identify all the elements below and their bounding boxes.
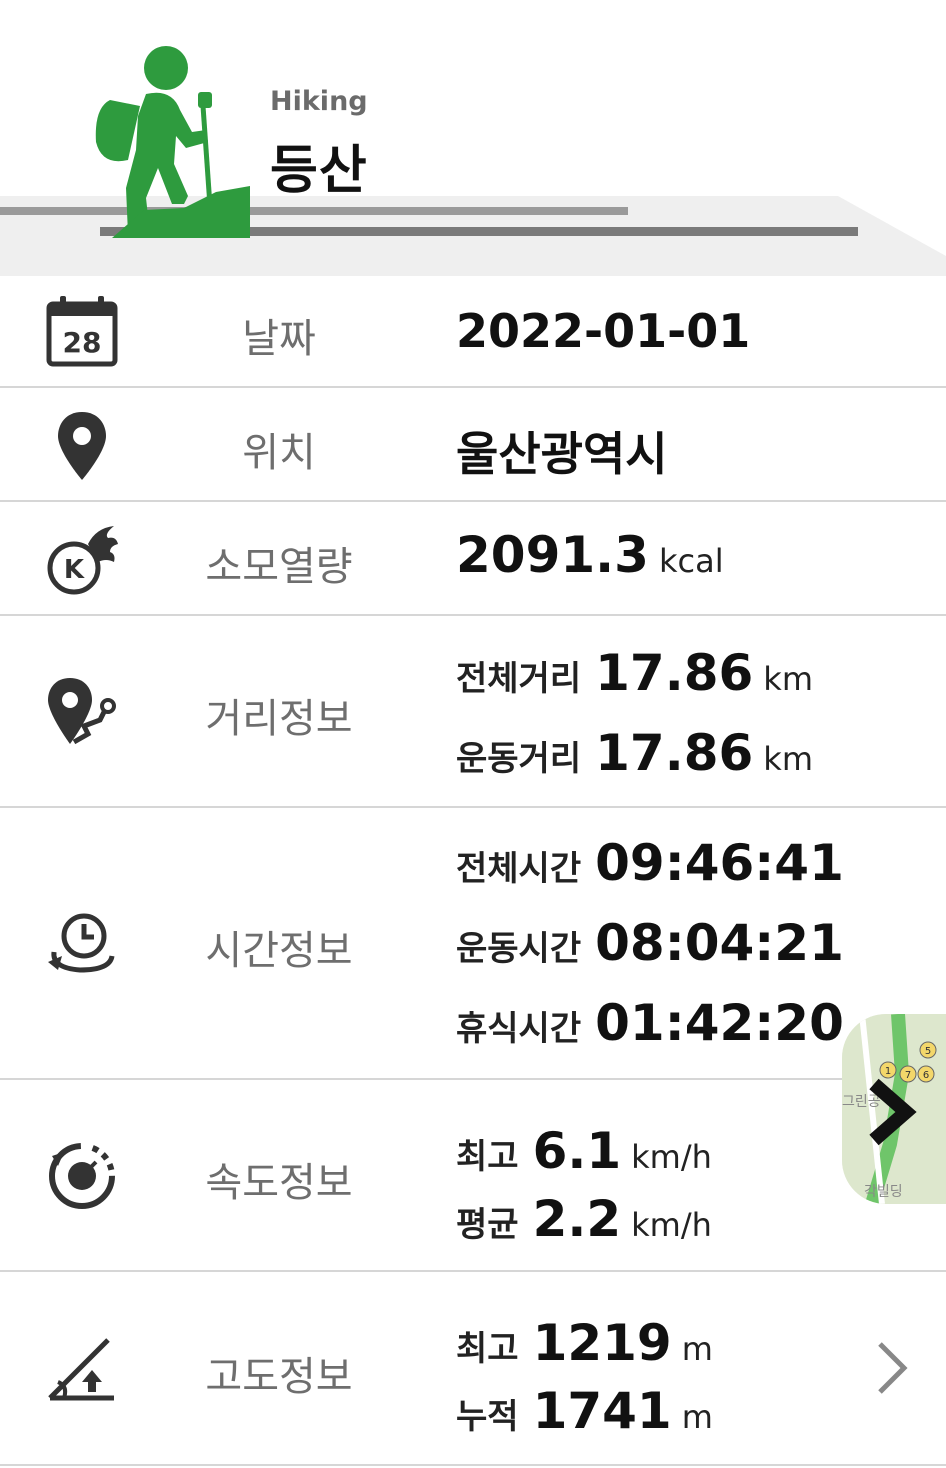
map-thumbnail-button[interactable]: 1 7 6 5 그린공 각빌딩 [842, 1014, 946, 1204]
calories-row: K 소모열량 2091.3 kcal [0, 502, 946, 616]
location-label: 위치 [242, 430, 316, 476]
total-distance-unit: km [763, 660, 813, 698]
total-distance-key: 전체거리 [456, 659, 582, 699]
total-distance-value: 17.86 [595, 644, 754, 702]
exercise-time-key: 운동시간 [456, 929, 582, 969]
date-value: 2022-01-01 [456, 304, 751, 358]
altitude-label: 고도정보 [205, 1354, 353, 1400]
map-preview-image: 1 7 6 5 그린공 각빌딩 [842, 1014, 946, 1204]
distance-row: 거리정보 전체거리 17.86 km 운동거리 17.86 km [0, 616, 946, 808]
exercise-distance-unit: km [763, 740, 813, 778]
svg-text:6: 6 [923, 1070, 929, 1081]
date-row: 28 날짜 2022-01-01 [0, 276, 946, 388]
location-pin-icon [58, 412, 106, 480]
calories-unit: kcal [658, 542, 724, 580]
exercise-time-value: 08:04:21 [595, 914, 844, 972]
max-altitude-line: 최고 1219 m [456, 1314, 713, 1372]
calendar-icon: 28 [46, 296, 118, 367]
rest-time-value: 01:42:20 [595, 994, 844, 1052]
max-altitude-unit: m [681, 1330, 713, 1368]
calories-line: 2091.3 kcal [456, 526, 724, 584]
activity-title: 등산 [270, 141, 368, 201]
avg-speed-line: 평균 2.2 km/h [456, 1190, 712, 1248]
calorie-fire-icon: K [47, 526, 118, 595]
speed-row: 속도정보 최고 6.1 km/h 평균 2.2 km/h [0, 1080, 946, 1272]
location-value: 울산광역시 [456, 427, 668, 481]
total-distance-line: 전체거리 17.86 km [456, 644, 813, 702]
svg-text:28: 28 [63, 326, 102, 359]
exercise-distance-value: 17.86 [595, 724, 754, 782]
total-time-key: 전체시간 [456, 849, 582, 889]
calories-label: 소모열량 [205, 544, 353, 590]
avg-speed-key: 평균 [456, 1205, 519, 1245]
max-speed-value: 6.1 [532, 1122, 622, 1180]
svg-text:5: 5 [925, 1046, 931, 1057]
cumulative-altitude-line: 누적 1741 m [456, 1382, 713, 1440]
altitude-slope-icon [48, 1338, 114, 1401]
exercise-time-line: 운동시간 08:04:21 [456, 914, 844, 972]
clock-cycle-icon [48, 913, 115, 973]
svg-text:7: 7 [905, 1070, 911, 1081]
rest-time-line: 휴식시간 01:42:20 [456, 994, 844, 1052]
speed-label: 속도정보 [205, 1160, 353, 1206]
distance-route-icon [48, 678, 116, 745]
activity-subtitle: Hiking [270, 86, 368, 117]
time-label: 시간정보 [205, 928, 353, 974]
total-time-line: 전체시간 09:46:41 [456, 834, 844, 892]
max-altitude-value: 1219 [532, 1314, 672, 1372]
calories-value: 2091.3 [456, 526, 649, 584]
rest-time-key: 휴식시간 [456, 1009, 582, 1049]
svg-text:그린공: 그린공 [842, 1094, 881, 1110]
activity-header: Hiking 등산 [0, 0, 946, 276]
cumulative-altitude-unit: m [681, 1398, 713, 1436]
cumulative-altitude-value: 1741 [532, 1382, 672, 1440]
location-row: 위치 울산광역시 [0, 388, 946, 502]
chevron-right-icon[interactable] [872, 1338, 912, 1398]
max-speed-key: 최고 [456, 1137, 519, 1177]
time-row: 시간정보 전체시간 09:46:41 운동시간 08:04:21 휴식시간 01:42… [0, 808, 946, 1080]
max-speed-unit: km/h [631, 1138, 712, 1176]
max-speed-line: 최고 6.1 km/h [456, 1122, 712, 1180]
speedometer-icon [49, 1143, 115, 1209]
svg-text:1: 1 [885, 1066, 891, 1077]
svg-text:K: K [64, 555, 85, 585]
max-altitude-key: 최고 [456, 1329, 519, 1369]
avg-speed-value: 2.2 [532, 1190, 622, 1248]
exercise-distance-key: 운동거리 [456, 739, 582, 779]
avg-speed-unit: km/h [631, 1206, 712, 1244]
date-label: 날짜 [242, 316, 316, 362]
hiker-icon [95, 46, 250, 238]
svg-text:각빌딩: 각빌딩 [864, 1184, 903, 1200]
altitude-row[interactable]: 고도정보 최고 1219 m 누적 1741 m [0, 1272, 946, 1466]
exercise-distance-line: 운동거리 17.86 km [456, 724, 813, 782]
distance-label: 거리정보 [205, 696, 353, 742]
total-time-value: 09:46:41 [595, 834, 844, 892]
cumulative-altitude-key: 누적 [456, 1397, 519, 1437]
